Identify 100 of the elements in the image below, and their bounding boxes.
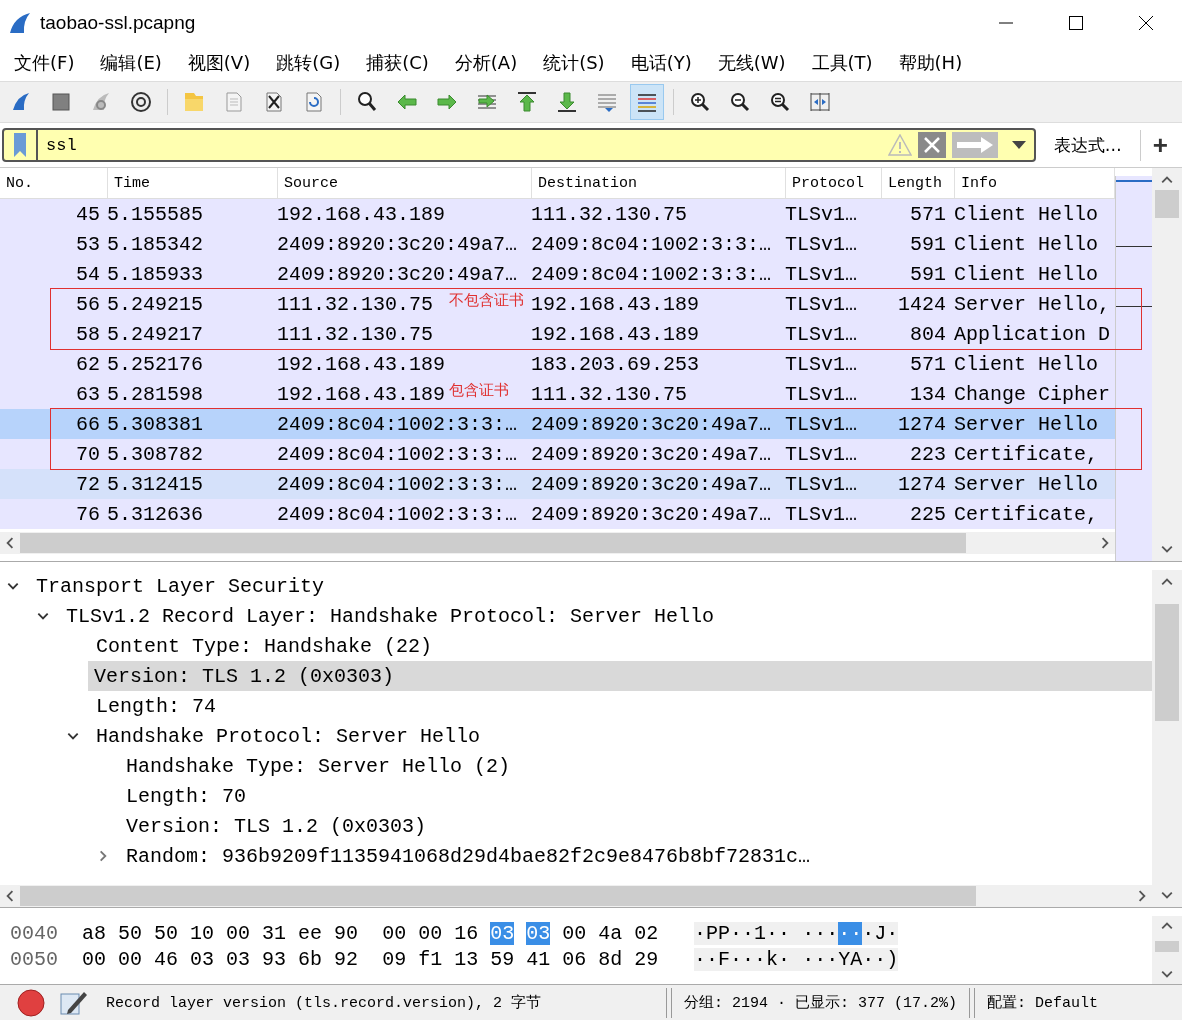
tree-item[interactable]: Length: 70 xyxy=(0,781,1152,811)
expression-button[interactable]: 表达式… xyxy=(1043,129,1132,161)
ascii-char[interactable]: k xyxy=(766,947,779,971)
hex-byte[interactable]: 31 xyxy=(262,921,287,945)
hex-byte[interactable]: 00 xyxy=(382,921,407,945)
packet-row[interactable]: 58 5.249217 111.32.130.75 192.168.43.189 TLSv1… 804 Application D xyxy=(0,319,1115,349)
packet-row[interactable]: 56 5.249215 111.32.130.75 不包含证书 192.168.43.189 TLSv1… 1424 Server Hello, xyxy=(0,289,1115,319)
ascii-char[interactable]: · xyxy=(862,947,875,971)
menu-item[interactable]: 电话(Y) xyxy=(630,51,692,75)
hex-byte[interactable]: 50 xyxy=(118,921,143,945)
ascii-char[interactable]: · xyxy=(742,947,755,971)
hex-byte[interactable]: 09 xyxy=(382,947,407,971)
hex-byte[interactable]: 59 xyxy=(490,947,515,971)
ascii-char[interactable]: Y xyxy=(838,947,851,971)
hex-byte[interactable]: 03 xyxy=(190,947,215,971)
tree-item[interactable]: TLSv1.2 Record Layer: Handshake Protocol: Server Hello xyxy=(0,601,1152,631)
ascii-char[interactable]: · xyxy=(766,921,779,945)
tree-item[interactable]: Version: TLS 1.2 (0x0303) xyxy=(88,661,1152,691)
filter-field[interactable]: ssl xyxy=(38,128,888,162)
menu-item[interactable]: 跳转(G) xyxy=(276,51,341,75)
ascii-char[interactable]: · xyxy=(826,947,839,971)
ascii-char[interactable]: · xyxy=(778,947,791,971)
tree-item[interactable]: Handshake Type: Server Hello (2) xyxy=(0,751,1152,781)
scrollbar-thumb[interactable] xyxy=(1155,604,1179,722)
hex-byte[interactable]: 46 xyxy=(154,947,179,971)
ascii-char[interactable]: · xyxy=(754,947,767,971)
tree-item[interactable]: Version: TLS 1.2 (0x0303) xyxy=(0,811,1152,841)
hex-byte[interactable]: 4a xyxy=(598,921,623,945)
scroll-down-icon[interactable] xyxy=(1161,543,1174,555)
hex-byte[interactable]: 00 xyxy=(82,947,106,971)
hex-byte[interactable]: 29 xyxy=(634,947,659,971)
menu-item[interactable]: 工具(T) xyxy=(811,51,873,75)
hex-byte[interactable]: 8d xyxy=(598,947,623,971)
ascii-char[interactable]: · xyxy=(814,921,827,945)
menu-item[interactable]: 捕获(C) xyxy=(366,51,429,75)
menu-item[interactable]: 无线(W) xyxy=(717,51,786,75)
scrollbar-thumb[interactable] xyxy=(20,533,966,553)
menu-item[interactable]: 文件(F) xyxy=(14,51,75,75)
column-header[interactable]: Destination xyxy=(532,168,786,198)
ascii-char[interactable]: · xyxy=(802,947,815,971)
scrollbar-thumb[interactable] xyxy=(1155,940,1179,952)
packet-row[interactable]: 53 5.185342 2409:8920:3c20:49a7… 2409:8c04:1002:3:3:… TLSv1… 591 Client Hello xyxy=(0,229,1115,259)
hex-byte[interactable]: 00 xyxy=(226,921,251,945)
record-icon[interactable] xyxy=(16,987,46,1018)
tree-item[interactable]: Content Type: Handshake (22) xyxy=(0,631,1152,661)
ascii-char[interactable]: · xyxy=(694,947,706,971)
ascii-char[interactable]: · xyxy=(742,921,755,945)
hex-byte[interactable]: 00 xyxy=(118,947,143,971)
scrollbar-thumb[interactable] xyxy=(20,886,977,906)
ascii-char[interactable]: P xyxy=(706,921,719,945)
packet-row[interactable]: 54 5.185933 2409:8920:3c20:49a7… 2409:8c04:1002:3:3:… TLSv1… 591 Client Hello xyxy=(0,259,1115,289)
ascii-char[interactable]: 1 xyxy=(754,921,767,945)
horizontal-scrollbar[interactable] xyxy=(0,532,1115,554)
column-header[interactable]: No. xyxy=(0,168,108,198)
scroll-up-icon[interactable] xyxy=(1161,920,1173,932)
ascii-char[interactable]: · xyxy=(814,947,827,971)
column-header[interactable]: Length xyxy=(882,168,955,198)
toolbar-button[interactable] xyxy=(630,84,664,120)
ascii-char[interactable]: · xyxy=(730,921,743,945)
column-header[interactable]: Protocol xyxy=(786,168,882,198)
ascii-char[interactable]: · xyxy=(730,947,743,971)
tree-item[interactable]: Handshake Protocol: Server Hello xyxy=(0,721,1152,751)
menu-item[interactable]: 统计(S) xyxy=(543,51,605,75)
packet-row[interactable]: 76 5.312636 2409:8c04:1002:3:3:… 2409:8920:3c20:49a7… TLSv1… 225 Certificate, xyxy=(0,499,1115,529)
dropdown-caret-icon[interactable] xyxy=(1011,141,1026,149)
ascii-char[interactable]: J xyxy=(874,921,887,945)
ascii-char[interactable]: · xyxy=(826,921,839,945)
packet-minimap[interactable] xyxy=(1115,176,1153,561)
hex-byte[interactable]: 03 xyxy=(226,947,251,971)
vertical-scrollbar[interactable] xyxy=(1152,168,1182,561)
ascii-char[interactable]: F xyxy=(718,947,731,971)
clear-button[interactable] xyxy=(917,132,946,158)
hex-byte[interactable]: 00 xyxy=(562,921,587,945)
vertical-scrollbar[interactable] xyxy=(1152,916,1182,984)
add-filter-button[interactable]: + xyxy=(1139,129,1180,161)
ascii-char[interactable]: · xyxy=(886,921,899,945)
hex-byte[interactable]: 10 xyxy=(190,921,215,945)
tree-item[interactable]: Transport Layer Security xyxy=(0,571,1152,601)
hex-byte[interactable]: 93 xyxy=(262,947,287,971)
scroll-right-icon[interactable] xyxy=(1099,537,1111,549)
vertical-scrollbar[interactable] xyxy=(1152,570,1182,907)
ascii-char[interactable]: ) xyxy=(886,947,899,971)
hex-byte[interactable]: 06 xyxy=(562,947,587,971)
ascii-char[interactable]: · xyxy=(874,947,887,971)
menu-item[interactable]: 帮助(H) xyxy=(898,51,963,75)
bookmark-button[interactable] xyxy=(2,128,38,162)
scroll-up-icon[interactable] xyxy=(1161,576,1173,588)
scroll-down-icon[interactable] xyxy=(1161,968,1173,980)
scroll-left-icon[interactable] xyxy=(4,890,16,902)
scroll-left-icon[interactable] xyxy=(4,537,16,549)
ascii-char[interactable]: A xyxy=(850,947,863,971)
close-icon[interactable] xyxy=(1138,14,1154,31)
hex-byte[interactable]: 92 xyxy=(334,947,359,971)
profile-label[interactable]: 配置: Default xyxy=(987,993,1099,1012)
scroll-down-icon[interactable] xyxy=(1161,889,1173,901)
maximize-icon[interactable] xyxy=(1068,14,1084,31)
hex-byte[interactable]: 6b xyxy=(298,947,323,971)
ascii-char[interactable]: · xyxy=(802,921,815,945)
ascii-char[interactable]: · xyxy=(706,947,719,971)
hex-byte[interactable]: 02 xyxy=(634,921,659,945)
